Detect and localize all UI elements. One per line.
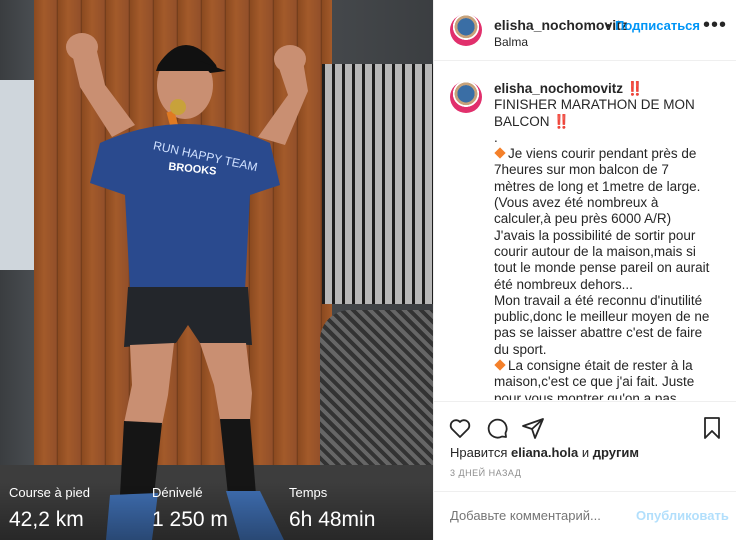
orange-diamond-icon [494, 147, 506, 159]
post-header: elisha_nochomovitz • Подписаться Balma •… [434, 0, 736, 61]
caption-username[interactable]: elisha_nochomovitz [494, 81, 623, 96]
stat-time: Temps 6h 48min [289, 485, 375, 532]
header-separator: • [606, 18, 611, 33]
share-icon[interactable] [521, 416, 545, 440]
location-link[interactable]: Balma [494, 35, 528, 49]
caption-line: J'avais la possibilité de sortir pour co… [494, 227, 710, 292]
balcony-railing [322, 64, 433, 304]
post-timestamp[interactable]: 3 ДНЕЙ НАЗАД [450, 468, 521, 478]
likes-joiner: и [581, 445, 590, 460]
caption-line: . [494, 129, 498, 145]
comment-icon[interactable] [485, 416, 509, 440]
caption-text: elisha_nochomovitz ‼️ FINISHER MARATHON … [494, 81, 710, 400]
heart-icon[interactable] [448, 416, 472, 440]
caption-line: La consigne était de rester à la maison,… [494, 358, 695, 400]
avatar[interactable] [450, 14, 482, 46]
orange-diamond-icon [494, 359, 506, 371]
stat-elevation-label: Dénivelé [152, 485, 203, 500]
follow-button[interactable]: Подписаться [615, 18, 700, 33]
stat-elevation-value: 1 250 m [152, 508, 228, 531]
post-sidebar: elisha_nochomovitz • Подписаться Balma •… [433, 0, 736, 540]
caption-line: Mon travail a été reconnu d'inutilité pu… [494, 292, 710, 357]
post-photo[interactable]: RUN HAPPY TEAM BROOKS Course à pied 42,2… [0, 0, 433, 540]
bookmark-icon[interactable] [700, 416, 724, 440]
likes-others-link[interactable]: другим [593, 445, 639, 460]
likes-prefix: Нравится [450, 445, 508, 460]
stat-time-label: Temps [289, 485, 328, 500]
comment-bar: Опубликовать [434, 491, 736, 541]
stat-distance: Course à pied 42,2 km [9, 485, 90, 532]
more-options-icon[interactable]: ••• [703, 14, 727, 37]
stat-distance-value: 42,2 km [9, 508, 84, 531]
stat-elevation: Dénivelé 1 250 m [152, 485, 228, 532]
comment-input[interactable] [450, 508, 630, 523]
caption-area[interactable]: elisha_nochomovitz ‼️ FINISHER MARATHON … [434, 61, 736, 400]
caption-avatar[interactable] [450, 81, 482, 113]
stat-time-value: 6h 48min [289, 508, 376, 531]
stat-distance-label: Course à pied [9, 485, 90, 500]
runner-figure: RUN HAPPY TEAM BROOKS [66, 33, 308, 540]
likes-user-link[interactable]: eliana.hola [511, 445, 578, 460]
publish-button[interactable]: Опубликовать [636, 508, 729, 523]
likes-summary: Нравится eliana.hola и другим [450, 445, 639, 460]
caption-line: Je viens courir pendant près de 7heures … [494, 146, 701, 227]
